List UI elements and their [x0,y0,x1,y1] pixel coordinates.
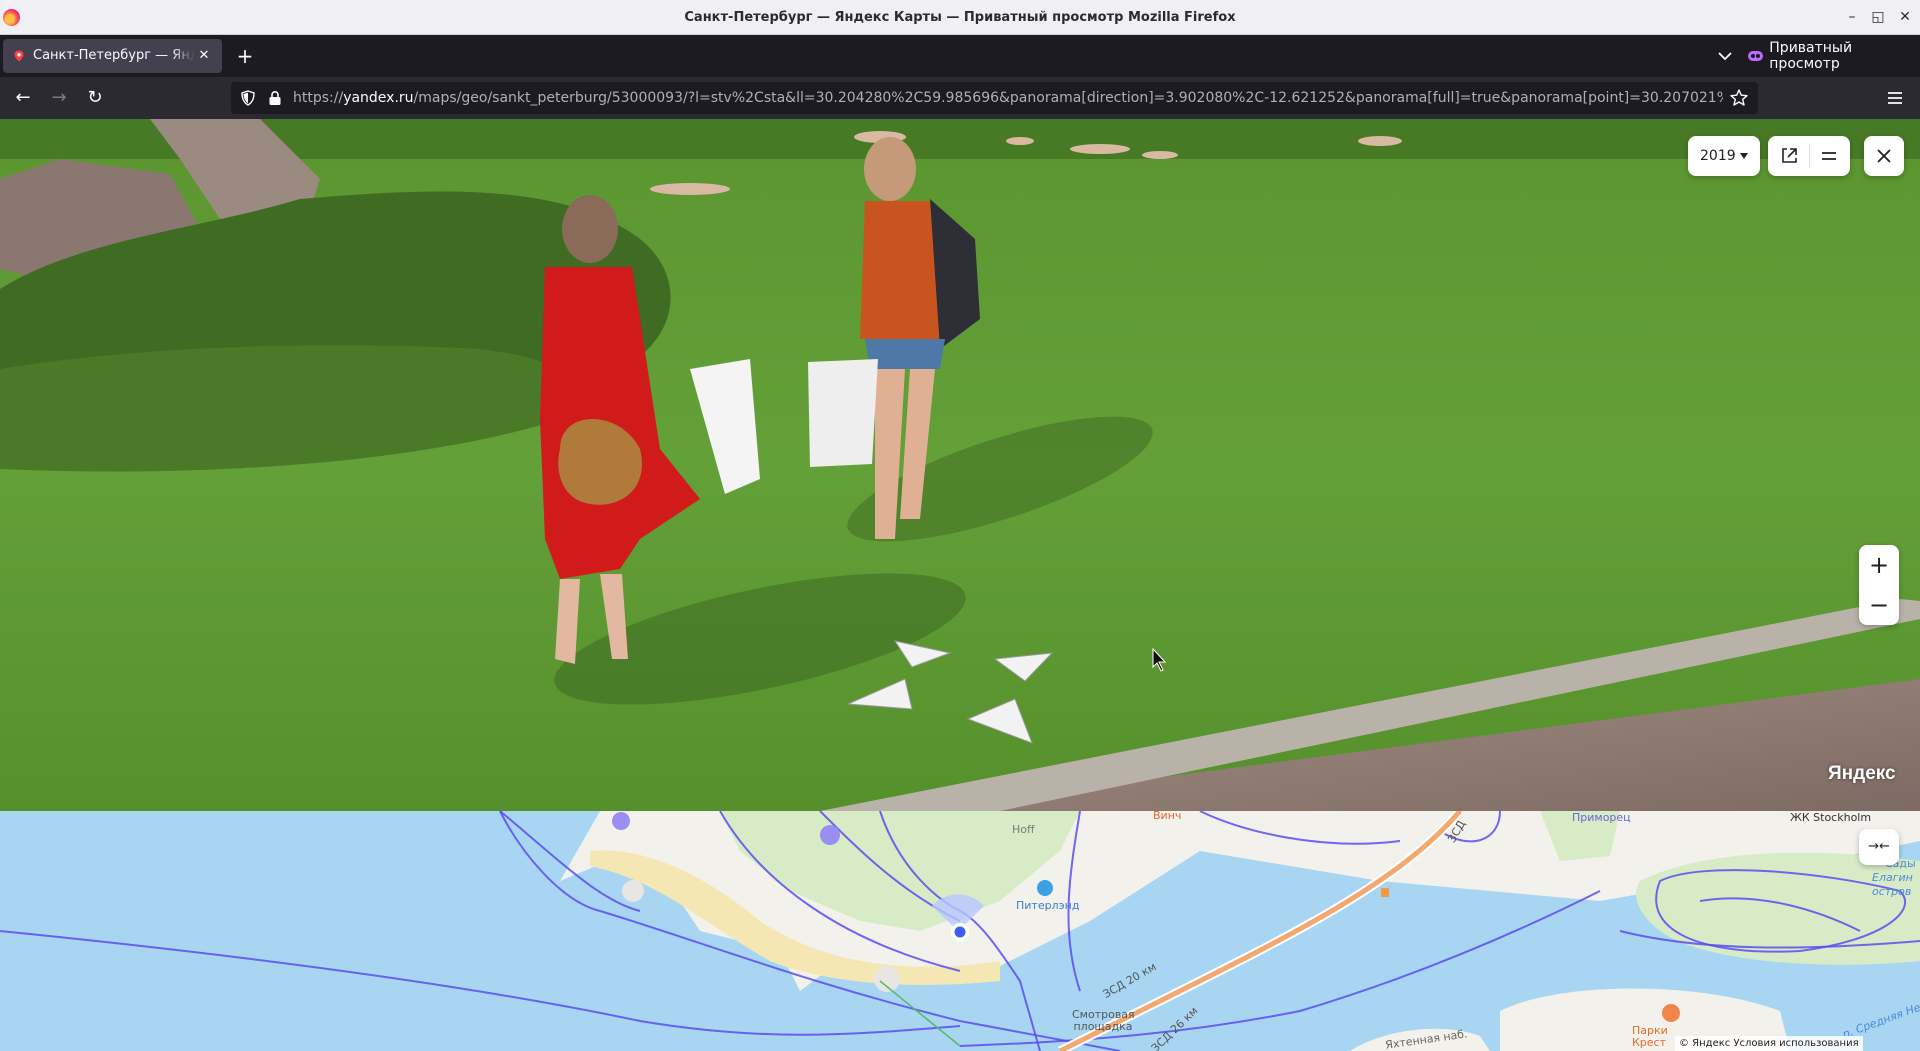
url-host: yandex.ru [343,90,414,106]
window-titlebar: Санкт-Петербург — Яндекс Карты — Приватн… [0,0,1920,35]
map-label-hoff: Hoff [1012,823,1035,836]
panorama-tools-group [1768,136,1850,176]
tracking-protection-shield-icon[interactable] [240,90,256,106]
panorama-close-button[interactable] [1864,136,1904,176]
close-icon [1877,149,1891,163]
reload-button[interactable]: ↻ [81,84,109,112]
private-mask-icon [1748,51,1764,61]
tab-strip: Санкт-Петербург — Яндекс Карты ✕ + Прива… [0,35,1920,77]
tab-label: Санкт-Петербург — Яндекс Карты [33,48,195,63]
private-browsing-label: Приватный просмотр [1769,40,1853,72]
bookmark-star-icon[interactable] [1729,88,1749,108]
poi-marker-icon [820,825,840,845]
address-bar[interactable]: https://yandex.ru/maps/geo/sankt_peterbu… [231,82,1758,114]
map-label-vinch: Винч [1153,811,1182,822]
map-label-zhk-stockholm: ЖК Stockholm [1790,811,1872,824]
panorama-zoom-control: + − [1859,545,1899,625]
external-link-icon[interactable] [1779,146,1799,166]
panorama-photo[interactable] [0,119,1920,811]
url-text[interactable]: https://yandex.ru/maps/geo/sankt_peterbu… [293,82,1723,114]
tab-yandex-maps[interactable]: Санкт-Петербург — Яндекс Карты ✕ [3,39,222,73]
map-label-piterlend: Питерлэнд [1016,899,1080,912]
forward-button[interactable]: → [45,84,73,112]
map-label-smotrovaya: Смотровая площадка [1072,1008,1135,1033]
restore-button[interactable]: ◱ [1867,6,1889,28]
lock-icon[interactable] [268,90,282,106]
poi-marker-icon [612,812,630,830]
tab-close-icon[interactable]: ✕ [194,46,214,66]
panorama-year-select[interactable]: 2019 [1688,136,1760,176]
back-button[interactable]: ← [9,84,37,112]
road-sign-icon [1381,888,1389,897]
new-tab-button[interactable]: + [233,44,257,68]
window-close-button[interactable]: ✕ [1894,6,1916,28]
minimize-button[interactable]: – [1841,6,1863,28]
collapse-map-button[interactable]: →← [1859,829,1899,865]
url-prefix: https:// [293,90,344,106]
hamburger-menu-icon[interactable] [1884,87,1906,109]
split-view-icon[interactable] [1819,146,1839,166]
caret-down-icon [1740,153,1748,159]
yandex-logo: Яндекс [1828,763,1896,784]
private-browsing-indicator: Приватный просмотр [1748,39,1920,73]
yandex-maps-favicon-icon [14,50,24,62]
map-label-parki: Парки Крест [1632,1024,1668,1049]
zoom-out-button[interactable]: − [1859,585,1899,625]
map-canvas[interactable] [0,811,1920,1051]
window-title: Санкт-Петербург — Яндекс Карты — Приватн… [684,10,1236,25]
divider [1809,144,1810,168]
street-panorama-view[interactable]: 2019 + − Яндекс [0,119,1920,811]
map-copyright[interactable]: © Яндекс Условия использования [1675,1036,1863,1051]
map-label-elagin: Елагин остров [1872,871,1913,898]
list-all-tabs-chevron-down-icon[interactable] [1713,44,1737,68]
url-path: /maps/geo/sankt_peterburg/53000093/?l=st… [413,90,1723,106]
map-label-primorets: Приморец [1572,811,1631,824]
airport-poi-icon [1037,880,1053,896]
navigation-toolbar: ← → ↻ https://yandex.ru/maps/geo/sankt_p… [0,77,1920,119]
restaurant-poi-icon [1662,1004,1680,1022]
panorama-year-value: 2019 [1700,148,1736,164]
mini-map[interactable]: Hoff Питерлэнд Винч Приморец ЖК Stockhol… [0,811,1920,1051]
zoom-in-button[interactable]: + [1859,545,1899,585]
